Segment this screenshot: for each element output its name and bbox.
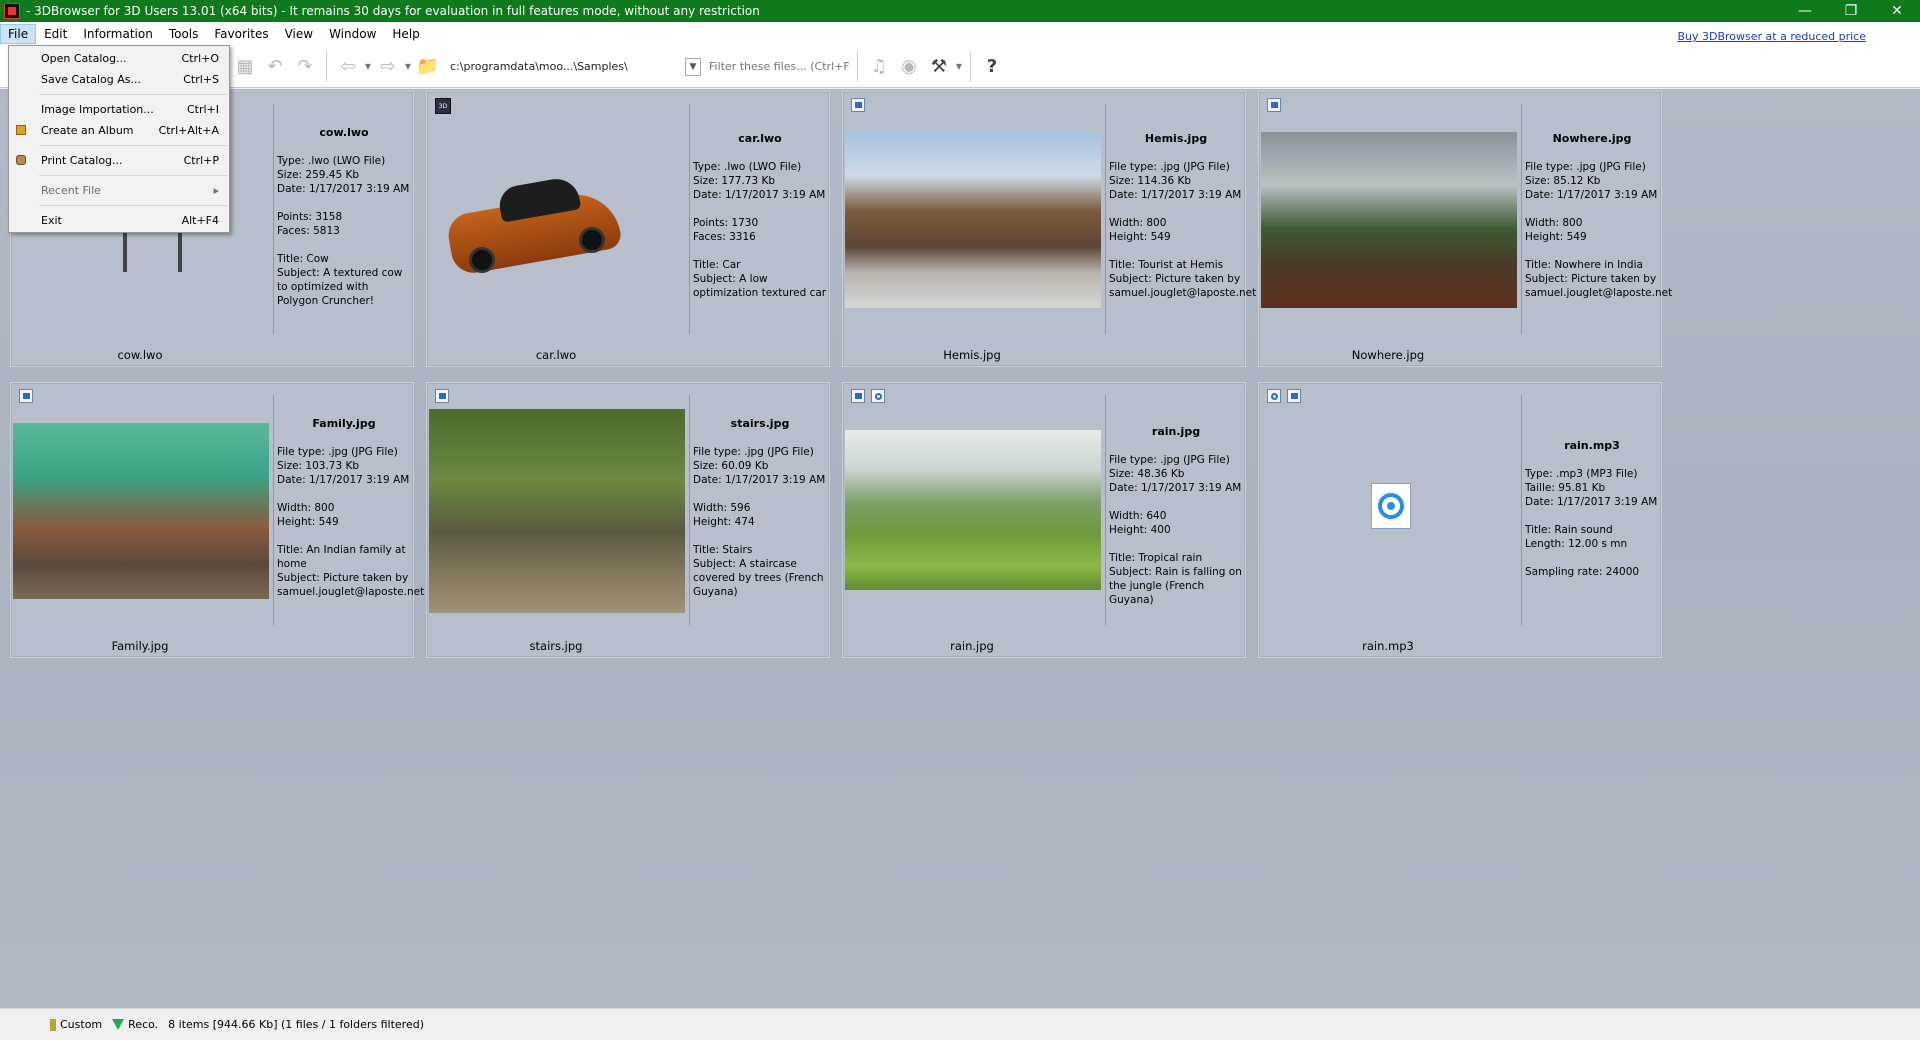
file-info: car.lwo Type: .lwo (LWO File) Size: 177.… [693, 132, 827, 299]
file-caption: stairs.jpg [529, 639, 583, 653]
file-caption: car.lwo [535, 348, 577, 362]
title-bar: - 3DBrowser for 3D Users 13.01 (x64 bits… [0, 0, 1920, 22]
file-caption: rain.mp3 [1362, 639, 1414, 653]
menu-view[interactable]: View [277, 24, 321, 44]
menu-exit[interactable]: Exit Alt+F4 [9, 210, 229, 231]
maximize-button[interactable]: ❐ [1828, 0, 1874, 22]
menu-create-album[interactable]: Create an Album Ctrl+Alt+A [9, 120, 229, 141]
custom-icon [50, 1018, 56, 1031]
file-caption: Family.jpg [111, 639, 169, 653]
status-summary: 8 items [944.66 Kb] (1 files / 1 folders… [168, 1018, 425, 1031]
image-badge-icon [19, 389, 33, 403]
filter-icon [112, 1019, 125, 1030]
menu-separator [39, 175, 227, 176]
tools-dropdown-icon[interactable]: ▼ [954, 62, 964, 71]
menu-separator [39, 205, 227, 206]
toolbar-separator [970, 51, 971, 82]
menu-edit[interactable]: Edit [36, 24, 75, 44]
menu-favorites[interactable]: Favorites [206, 24, 276, 44]
file-caption: cow.lwo [117, 348, 163, 362]
tools-icon[interactable]: ⚒ [924, 52, 954, 82]
file-caption: Nowhere.jpg [1351, 348, 1425, 362]
path-combobox[interactable]: c:\programdata\moo...\Samples\ [443, 54, 683, 79]
file-info: Nowhere.jpg File type: .jpg (JPG File) S… [1525, 132, 1673, 299]
toolbar-separator [857, 51, 858, 82]
file-card-rain-jpg[interactable]: rain.jpg File type: .jpg (JPG File) Size… [842, 382, 1246, 658]
file-card-stairs[interactable]: stairs.jpg File type: .jpg (JPG File) Si… [426, 382, 830, 658]
nowhere-thumbnail [1261, 132, 1517, 308]
image-badge-icon [851, 389, 865, 403]
back-dropdown-icon[interactable]: ▼ [363, 62, 373, 71]
forward-icon[interactable]: ⇨ [373, 52, 403, 82]
mp3-thumbnail [1261, 383, 1517, 623]
file-info: cow.lwo Type: .lwo (LWO File) Size: 259.… [277, 126, 410, 307]
forward-dropdown-icon[interactable]: ▼ [403, 62, 413, 71]
filter-input[interactable] [701, 54, 851, 79]
menu-separator [39, 94, 227, 95]
file-info: Family.jpg File type: .jpg (JPG File) Si… [277, 417, 425, 598]
minimize-button[interactable]: — [1782, 0, 1828, 22]
buy-link[interactable]: Buy 3DBrowser at a reduced price [1677, 30, 1866, 43]
file-caption: rain.jpg [950, 639, 994, 653]
status-custom[interactable]: Custom [50, 1018, 102, 1031]
audio-file-icon [1371, 483, 1411, 529]
help-icon[interactable]: ? [977, 52, 1007, 82]
file-card-rain-mp3[interactable]: rain.mp3 Type: .mp3 (MP3 File) Taille: 9… [1258, 382, 1662, 658]
thumbnail-area: cow.lwo Type: .lwo (LWO File) Size: 259.… [0, 89, 1920, 1008]
eye-icon[interactable]: ◉ [894, 52, 924, 82]
status-bar: Custom Reco. 8 items [944.66 Kb] (1 file… [0, 1008, 1920, 1040]
window-title: - 3DBrowser for 3D Users 13.01 (x64 bits… [26, 4, 760, 18]
menu-help[interactable]: Help [384, 24, 427, 44]
file-info: stairs.jpg File type: .jpg (JPG File) Si… [693, 417, 826, 598]
menu-tools[interactable]: Tools [161, 24, 207, 44]
file-info: rain.mp3 Type: .mp3 (MP3 File) Taille: 9… [1525, 439, 1658, 578]
file-menu-dropdown: Open Catalog... Ctrl+O Save Catalog As..… [8, 45, 230, 233]
path-text: c:\programdata\moo...\Samples\ [450, 60, 628, 73]
path-dropdown-icon[interactable]: ▼ [685, 57, 701, 76]
file-caption: Hemis.jpg [943, 348, 1001, 362]
stairs-thumbnail [429, 409, 685, 613]
sound-badge-icon [871, 389, 885, 403]
menu-file[interactable]: File [0, 24, 37, 44]
image-badge-icon [1267, 98, 1281, 112]
file-info: rain.jpg File type: .jpg (JPG File) Size… [1109, 425, 1242, 606]
app-icon [4, 3, 20, 19]
family-thumbnail [13, 423, 269, 599]
catalog-icon[interactable]: ▦ [230, 52, 260, 82]
car-thumbnail [429, 152, 685, 302]
status-reco[interactable]: Reco. [112, 1018, 158, 1031]
toolbar-separator [326, 51, 327, 82]
menu-open-catalog[interactable]: Open Catalog... Ctrl+O [9, 48, 229, 69]
redo-icon[interactable]: ↷ [290, 52, 320, 82]
image-badge-icon [435, 389, 449, 403]
file-card-hemis[interactable]: Hemis.jpg File type: .jpg (JPG File) Siz… [842, 91, 1257, 367]
menu-separator [39, 145, 227, 146]
close-button[interactable]: ✕ [1874, 0, 1920, 22]
toolbar: ▦ ↶ ↷ ⇦ ▼ ⇨ ▼ 📁 c:\programdata\moo...\Sa… [0, 46, 1920, 88]
menu-bar: File Edit Information Tools Favorites Vi… [0, 22, 1920, 46]
menu-recent-file[interactable]: Recent File ▸ [9, 180, 229, 201]
menu-print-catalog[interactable]: Print Catalog... Ctrl+P [9, 150, 229, 171]
undo-icon[interactable]: ↶ [260, 52, 290, 82]
submenu-arrow-icon: ▸ [213, 184, 219, 197]
hemis-thumbnail [845, 132, 1101, 308]
menu-information[interactable]: Information [75, 24, 160, 44]
file-card-nowhere[interactable]: Nowhere.jpg File type: .jpg (JPG File) S… [1258, 91, 1673, 367]
print-icon [16, 155, 26, 165]
music-icon[interactable]: ♫ [864, 52, 894, 82]
album-icon [16, 125, 26, 135]
rain-thumbnail [845, 430, 1101, 590]
menu-image-importation[interactable]: Image Importation... Ctrl+I [9, 99, 229, 120]
folder-up-icon[interactable]: 📁 [413, 52, 443, 82]
file-card-car[interactable]: 3D car.lwo Type: .lwo (LWO File) Size: 1… [426, 91, 830, 367]
image-badge-icon [851, 98, 865, 112]
file-card-family[interactable]: Family.jpg File type: .jpg (JPG File) Si… [10, 382, 425, 658]
menu-save-catalog[interactable]: Save Catalog As... Ctrl+S [9, 69, 229, 90]
file-info: Hemis.jpg File type: .jpg (JPG File) Siz… [1109, 132, 1257, 299]
menu-window[interactable]: Window [321, 24, 384, 44]
3d-badge-icon: 3D [435, 98, 451, 114]
back-icon[interactable]: ⇦ [333, 52, 363, 82]
